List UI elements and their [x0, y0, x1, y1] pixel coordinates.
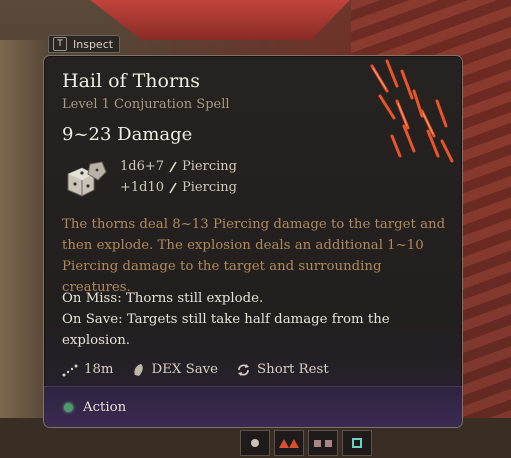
spell-description: The thorns deal 8~13 Piercing damage to … [62, 217, 446, 295]
thorn-art [370, 59, 454, 163]
damage-type: Piercing [182, 180, 237, 195]
square-icon [352, 438, 362, 448]
range-stat: 18m [62, 362, 114, 377]
background-awning [90, 0, 350, 40]
hotbar [240, 428, 372, 458]
inspect-tab[interactable]: T Inspect [48, 35, 120, 53]
on-miss-text: On Miss: Thorns still explode. [62, 291, 264, 306]
squares-icon [314, 440, 332, 447]
inspect-label: Inspect [73, 37, 114, 51]
dex-save-icon [133, 363, 143, 376]
on-save-text: On Save: Targets still take half damage … [62, 312, 390, 348]
piercing-icon [169, 161, 177, 172]
rest-value: Short Rest [257, 362, 329, 377]
damage-type: Piercing [182, 159, 237, 174]
damage-dice: +1d10 [120, 180, 165, 195]
spell-tooltip: Hail of Thorns Level 1 Conjuration Spell… [43, 55, 463, 428]
spell-stats: 18m DEX Save Short Rest [62, 362, 347, 377]
dice-icon [67, 161, 107, 197]
damage-row: 1d6+7 Piercing [120, 156, 237, 177]
action-icon [64, 403, 73, 412]
damage-breakdown: 1d6+7 Piercing +1d10 Piercing [120, 156, 237, 198]
hotbar-slot[interactable] [342, 430, 372, 456]
save-stat: DEX Save [132, 362, 218, 377]
damage-dice: 1d6+7 [120, 159, 165, 174]
hotbar-slot[interactable] [308, 430, 338, 456]
action-label: Action [83, 400, 127, 415]
rest-stat: Short Rest [236, 362, 329, 377]
hotbar-slot[interactable] [240, 430, 270, 456]
range-value: 18m [84, 362, 114, 377]
spell-type: Level 1 Conjuration Spell [62, 97, 230, 112]
piercing-icon [169, 182, 177, 193]
save-value: DEX Save [151, 362, 219, 377]
triangles-icon [279, 439, 299, 448]
range-icon [62, 364, 78, 376]
damage-row: +1d10 Piercing [120, 177, 237, 198]
spell-name: Hail of Thorns [62, 70, 201, 92]
damage-summary: 9~23 Damage [62, 124, 193, 145]
short-rest-icon [238, 363, 250, 376]
action-cost: Action [64, 400, 126, 415]
inspect-key: T [53, 37, 67, 51]
hotbar-slot[interactable] [274, 430, 304, 456]
circle-icon [251, 439, 259, 447]
